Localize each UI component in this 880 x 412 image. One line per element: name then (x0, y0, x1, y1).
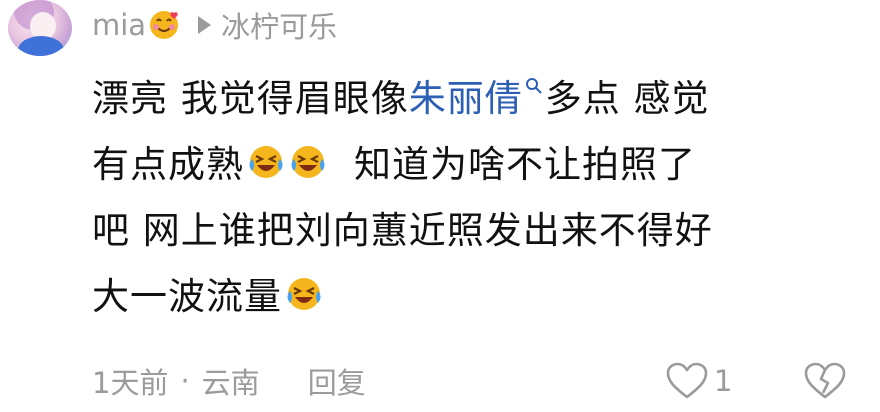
comment-text: 有点成熟 (92, 143, 244, 186)
comment-line-1: 漂亮 我觉得眉眼像朱丽倩 多点 感觉 (92, 66, 872, 132)
comment-text: 知道为啥不让拍照了 (354, 143, 696, 186)
comment-line-3: 吧 网上谁把刘向蕙近照发出来不得好 (92, 198, 872, 264)
comment-line-2: 有点成熟 知道为啥不让拍照了 (92, 132, 872, 198)
avatar-body (18, 36, 64, 56)
search-link[interactable]: 朱丽倩 (409, 77, 523, 120)
comment-line-4: 大一波流量 (92, 264, 872, 330)
like-count: 1 (714, 364, 733, 398)
username[interactable]: mia (92, 8, 146, 42)
laughing-crying-emoji-icon (249, 146, 283, 178)
comment-location: 云南 (201, 366, 260, 400)
separator-dot: · (180, 364, 190, 398)
comment-footer: 1天前 · 云南 回复 1 (92, 356, 872, 406)
like-button[interactable]: 1 (666, 356, 732, 406)
heart-outline-icon (666, 362, 708, 399)
search-icon[interactable] (525, 77, 543, 95)
laughing-crying-emoji-icon (291, 146, 325, 178)
comment-text: 吧 网上谁把刘向蕙近照发出来不得好 (92, 209, 713, 252)
comment-text: 多点 感觉 (544, 77, 710, 120)
play-triangle-icon (198, 16, 212, 34)
smiling-face-with-hearts-emoji-icon (150, 11, 179, 39)
comment-time: 1天前 (92, 366, 169, 400)
comment-text: 漂亮 我觉得眉眼像 (92, 77, 409, 120)
comment-text: 大一波流量 (92, 275, 282, 318)
broken-heart-icon (804, 362, 846, 399)
comment-body: 漂亮 我觉得眉眼像朱丽倩 多点 感觉 有点成熟 知道为啥不让拍照了 吧 网上谁把… (92, 66, 872, 330)
reply-button[interactable]: 回复 (308, 360, 366, 402)
reply-to-username[interactable]: 冰柠可乐 (221, 4, 337, 46)
avatar[interactable] (8, 0, 72, 56)
dislike-button[interactable] (804, 362, 846, 407)
laughing-crying-emoji-icon (287, 278, 321, 310)
comment-header: mia 冰柠可乐 (92, 0, 337, 50)
